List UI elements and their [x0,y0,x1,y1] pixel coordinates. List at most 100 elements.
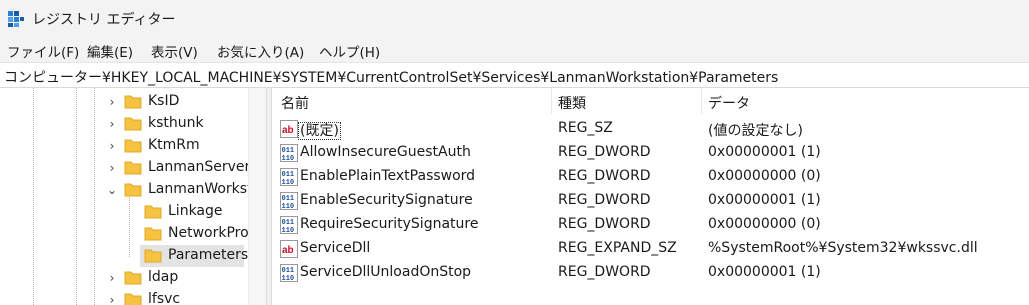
value-data: 0x00000000 (0) [708,216,821,232]
folder-icon [124,161,142,175]
value-data: 0x00000000 (0) [708,168,821,184]
chevron-right-icon[interactable]: › [107,161,117,175]
column-divider[interactable] [551,88,552,114]
folder-icon [124,183,142,197]
values-list: 名前 種類 データ ab (既定) REG_SZ (値の設定なし) 011 110… [272,88,1029,305]
tree-item-label: ldap [148,269,179,285]
chevron-right-icon[interactable]: › [107,271,117,285]
tree-item-lanmanserver[interactable]: › LanmanServer [0,157,270,179]
menu-favorites[interactable]: お気に入り(A) [215,41,306,61]
tree-item-label: ksthunk [148,115,204,131]
chevron-right-icon[interactable]: › [107,293,117,305]
tree-item-lfsvc[interactable]: › lfsvc [0,289,270,305]
registry-editor-icon [8,11,24,27]
value-type: REG_EXPAND_SZ [558,240,677,256]
menu-bar: ファイル(F) 編集(E) 表示(V) お気に入り(A) ヘルプ(H) [0,38,1029,62]
value-data: (値の設定なし) [708,123,803,139]
value-name: AllowInsecureGuestAuth [300,144,471,160]
tree-item-linkage[interactable]: Linkage [0,201,270,223]
value-row[interactable]: ab (既定) REG_SZ (値の設定なし) [272,117,1029,141]
folder-icon [124,95,142,109]
chevron-right-icon[interactable]: › [107,139,117,153]
binary-value-icon: 011110 [280,168,298,186]
chevron-right-icon[interactable]: › [107,117,117,131]
svg-text:110: 110 [282,155,295,162]
binary-value-icon: 011110 [280,192,298,210]
folder-icon [124,271,142,285]
folder-icon [124,293,142,305]
tree-item-ksthunk[interactable]: › ksthunk [0,113,270,135]
folder-icon [144,227,162,241]
value-data: 0x00000001 (1) [708,264,821,280]
svg-text:110: 110 [282,275,295,282]
address-bar[interactable]: コンピューター¥HKEY_LOCAL_MACHINE¥SYSTEM¥Curren… [0,62,1029,88]
folder-open-icon [144,249,162,263]
value-data: 0x00000001 (1) [708,192,821,208]
svg-text:ab: ab [282,245,294,256]
value-name: EnablePlainTextPassword [300,168,476,184]
svg-text:011: 011 [282,171,295,179]
tree-item-ktmrm[interactable]: › KtmRm [0,135,270,157]
binary-value-icon: 011110 [280,264,298,282]
value-type: REG_DWORD [558,168,651,184]
title-bar: レジストリ エディター [0,0,1029,38]
value-type: REG_SZ [558,120,613,136]
column-divider[interactable] [701,88,702,114]
binary-value-icon: 011110 [280,144,298,162]
value-row[interactable]: 011 110 EnablePlainTextPassword REG_DWORD… [272,165,1029,189]
string-value-icon: ab [280,240,298,258]
svg-text:110: 110 [282,179,295,186]
value-name: (既定) [298,122,341,140]
svg-text:110: 110 [282,203,295,210]
svg-text:011: 011 [282,267,295,275]
tree-item-label: Parameters [168,247,249,263]
menu-help[interactable]: ヘルプ(H) [317,41,382,61]
menu-view[interactable]: 表示(V) [149,41,200,61]
string-value-icon: ab [280,120,298,138]
chevron-down-icon[interactable]: ⌄ [107,183,117,197]
column-header-data[interactable]: データ [708,88,750,114]
tree-item-label: LanmanServer [148,159,251,175]
folder-icon [144,205,162,219]
address-path[interactable]: コンピューター¥HKEY_LOCAL_MACHINE¥SYSTEM¥Curren… [4,67,778,87]
value-row[interactable]: 011 110 RequireSecuritySignature REG_DWOR… [272,213,1029,237]
value-type: REG_DWORD [558,216,651,232]
menu-file[interactable]: ファイル(F) [5,41,81,61]
value-name: RequireSecuritySignature [300,216,479,232]
tree-item-label: NetworkPro [168,225,249,241]
tree-item-label: KsID [148,93,180,109]
value-row[interactable]: ab ServiceDll REG_EXPAND_SZ %SystemRoot%… [272,237,1029,261]
value-type: REG_DWORD [558,144,651,160]
svg-text:ab: ab [282,125,294,136]
value-name: ServiceDll [300,240,371,256]
tree-item-label: Linkage [168,203,223,219]
tree-item-parameters[interactable]: Parameters [0,245,270,267]
column-header-name[interactable]: 名前 [281,88,309,114]
folder-icon [124,117,142,131]
svg-text:011: 011 [282,147,295,155]
tree-item-ldap[interactable]: › ldap [0,267,270,289]
svg-text:110: 110 [282,227,295,234]
value-name: EnableSecuritySignature [300,192,473,208]
tree-item-networkprovider[interactable]: NetworkPro [0,223,270,245]
folder-icon [124,139,142,153]
column-header-type[interactable]: 種類 [558,88,586,114]
chevron-right-icon[interactable]: › [107,95,117,109]
value-row[interactable]: 011 110 EnableSecuritySignature REG_DWORD… [272,189,1029,213]
value-name: ServiceDllUnloadOnStop [300,264,472,280]
tree-item-label: lfsvc [148,291,181,305]
value-data: %SystemRoot%¥System32¥wkssvc.dll [708,240,978,256]
tree-item-lanmanworkstation[interactable]: ⌄ LanmanWorkst [0,179,270,201]
binary-value-icon: 011110 [280,216,298,234]
value-row[interactable]: 011 110 ServiceDllUnloadOnStop REG_DWORD … [272,261,1029,285]
tree-scrollbar[interactable] [248,88,266,305]
tree-item-label: LanmanWorkst [148,181,253,197]
value-row[interactable]: 011 110 AllowInsecureGuestAuth REG_DWORD … [272,141,1029,165]
value-data: 0x00000001 (1) [708,144,821,160]
svg-text:011: 011 [282,195,295,203]
svg-text:011: 011 [282,219,295,227]
value-type: REG_DWORD [558,192,651,208]
menu-edit[interactable]: 編集(E) [85,41,135,61]
tree-item-label: KtmRm [148,137,200,153]
tree-item-ksid[interactable]: › KsID [0,91,270,113]
